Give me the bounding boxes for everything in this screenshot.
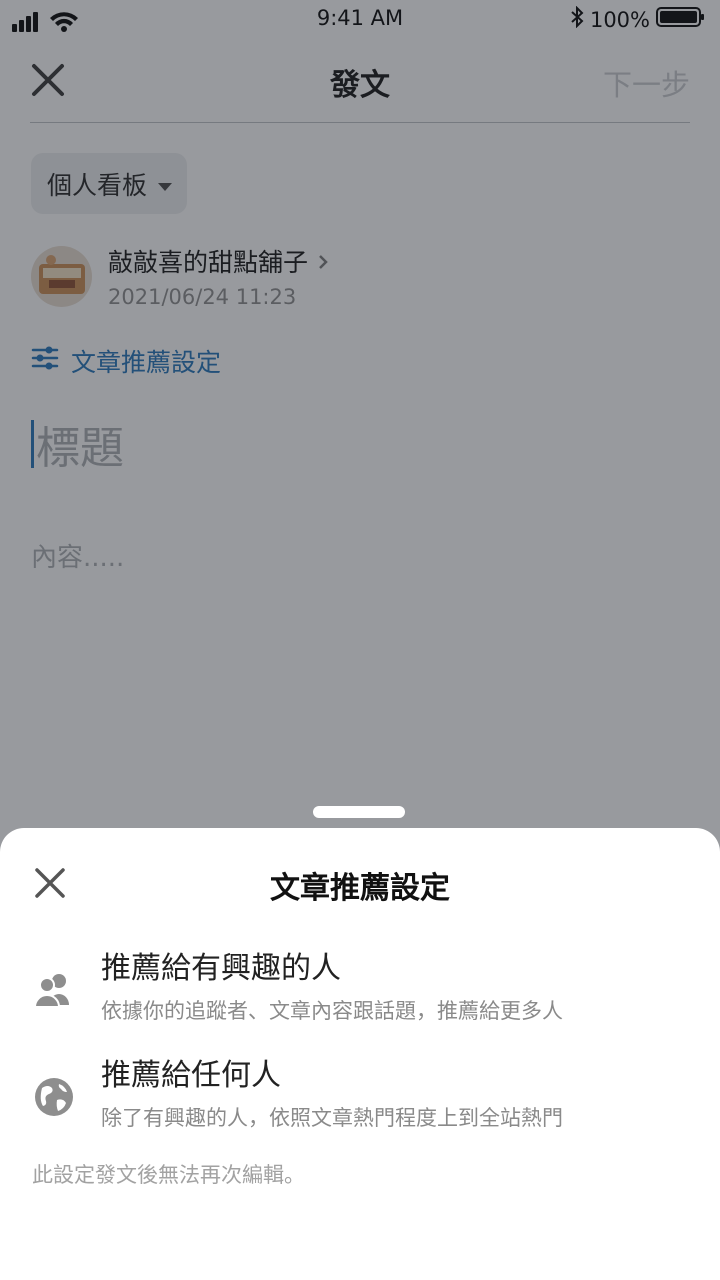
recommend-settings-sheet: 文章推薦設定 推薦給有興趣的人 依據你的追蹤者、文章內容跟話題，推薦給更多人 推… — [0, 828, 720, 1280]
people-icon — [33, 969, 75, 1011]
option-anyone[interactable]: 推薦給任何人 除了有興趣的人，依照文章熱門程度上到全站熱門 — [33, 1050, 690, 1132]
globe-icon — [33, 1076, 75, 1118]
option-text: 推薦給任何人 除了有興趣的人，依照文章熱門程度上到全站熱門 — [101, 1050, 563, 1132]
option-label: 推薦給任何人 — [101, 1058, 281, 1093]
sheet-drag-handle[interactable] — [313, 806, 405, 818]
option-description: 依據你的追蹤者、文章內容跟話題，推薦給更多人 — [101, 999, 563, 1023]
option-description: 除了有興趣的人，依照文章熱門程度上到全站熱門 — [101, 1106, 563, 1130]
option-label: 推薦給有興趣的人 — [101, 951, 341, 986]
option-text: 推薦給有興趣的人 依據你的追蹤者、文章內容跟話題，推薦給更多人 — [101, 943, 563, 1025]
option-interested-people[interactable]: 推薦給有興趣的人 依據你的追蹤者、文章內容跟話題，推薦給更多人 — [33, 943, 690, 1025]
sheet-title: 文章推薦設定 — [270, 871, 450, 906]
sheet-note: 此設定發文後無法再次編輯。 — [32, 1163, 305, 1187]
